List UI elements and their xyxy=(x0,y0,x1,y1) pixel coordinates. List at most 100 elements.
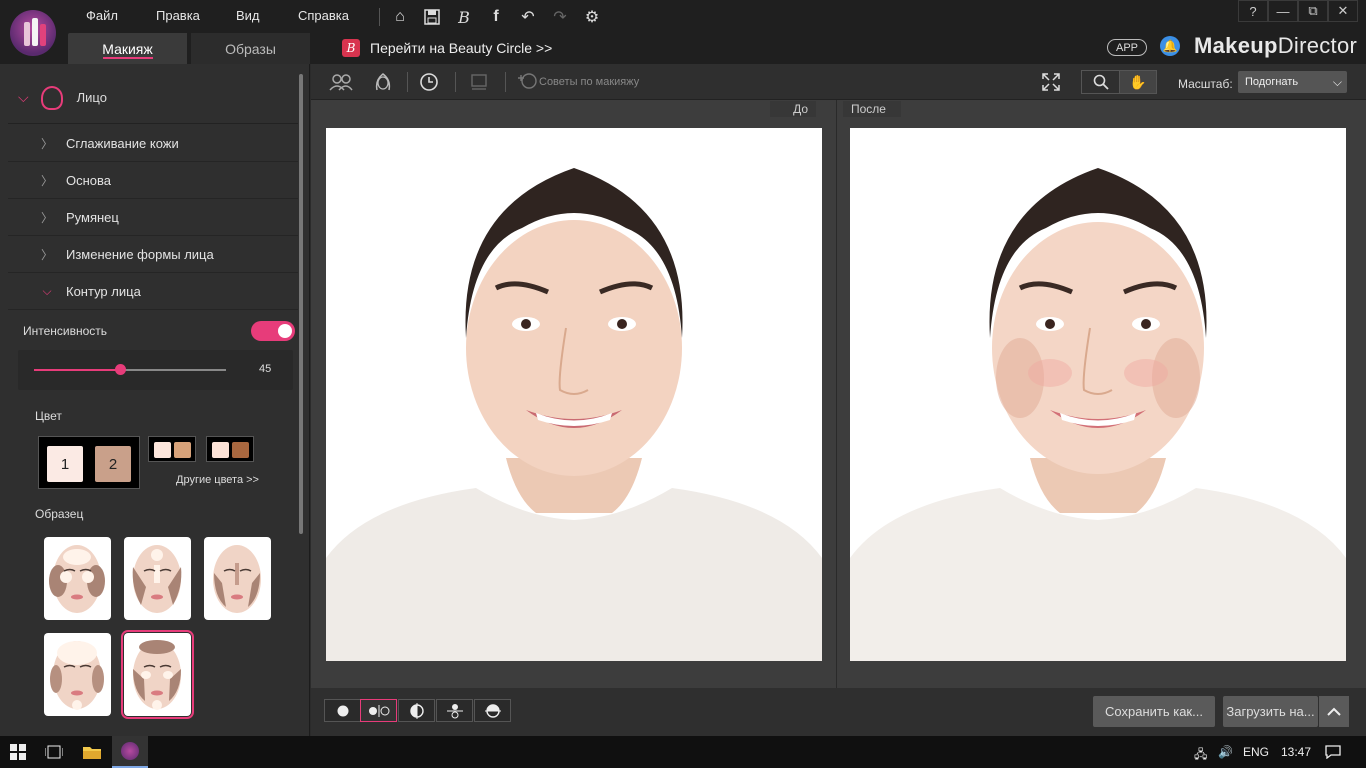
network-icon[interactable]: 🖧 xyxy=(1194,745,1207,766)
redo-icon[interactable]: ↷ xyxy=(549,6,571,28)
sample-label: Образец xyxy=(35,507,84,521)
after-label: После xyxy=(843,101,901,117)
windows-taskbar: 🖧 🔊 ENG 13:47 xyxy=(0,736,1366,768)
zoom-icon[interactable] xyxy=(1082,71,1119,93)
left-panel: ⌵ Лицо 〉 Сглаживание кожи 〉 Основа 〉 Рум… xyxy=(0,64,310,736)
volume-icon[interactable]: 🔊 xyxy=(1218,745,1233,759)
chevron-right-icon: 〉 xyxy=(40,173,53,188)
intensity-label: Интенсивность xyxy=(23,324,108,338)
save-icon[interactable] xyxy=(421,6,443,28)
palette-option-color xyxy=(212,442,229,458)
help-window-button[interactable]: ? xyxy=(1238,0,1268,22)
chevron-right-icon: 〉 xyxy=(40,136,53,151)
faces-icon[interactable] xyxy=(327,70,355,94)
compare-icon[interactable] xyxy=(465,70,493,94)
file-explorer-icon[interactable] xyxy=(82,742,102,762)
view-split-vertical-button[interactable] xyxy=(398,699,435,722)
contour-sample-1[interactable] xyxy=(44,537,111,620)
toolbar-separator xyxy=(407,72,408,92)
tab-makeup[interactable]: Макияж xyxy=(68,33,187,64)
menu-help[interactable]: Справка xyxy=(298,8,349,23)
view-split-horizontal-button[interactable] xyxy=(436,699,473,722)
intensity-toggle[interactable] xyxy=(251,321,295,341)
palette-option-1[interactable] xyxy=(148,436,196,462)
selected-palette[interactable]: 1 2 xyxy=(38,436,140,489)
menu-divider xyxy=(379,8,380,26)
scale-value: Подогнать xyxy=(1245,76,1299,88)
category-label: Изменение формы лица xyxy=(66,246,214,262)
category-skin-smoothing[interactable]: 〉 Сглаживание кожи xyxy=(8,125,298,162)
history-icon[interactable] xyxy=(415,70,443,94)
tips-icon[interactable] xyxy=(513,70,541,94)
palette-option-2[interactable] xyxy=(206,436,254,462)
close-button[interactable]: ✕ xyxy=(1328,0,1358,22)
editor-toolbar: Советы по макияжу ✋ Масштаб: Подогнать ⌵ xyxy=(311,64,1366,100)
facebook-icon[interactable]: f xyxy=(485,6,507,28)
menu-edit[interactable]: Правка xyxy=(156,8,200,23)
more-colors-link[interactable]: Другие цвета >> xyxy=(176,474,259,486)
category-face-reshape[interactable]: 〉 Изменение формы лица xyxy=(8,236,298,273)
slider-thumb[interactable] xyxy=(114,364,126,375)
category-foundation[interactable]: 〉 Основа xyxy=(8,162,298,199)
home-icon[interactable]: ⌂ xyxy=(389,6,411,28)
category-label: Контур лица xyxy=(66,283,141,299)
after-photo[interactable] xyxy=(850,128,1346,661)
contour-sample-5[interactable] xyxy=(121,630,194,719)
chevron-right-icon: 〉 xyxy=(40,247,53,262)
category-face-contour[interactable]: ⌵ Контур лица xyxy=(8,273,298,310)
palette-swatch-1[interactable]: 1 xyxy=(47,446,83,482)
beauty-circle-link[interactable]: B Перейти на Beauty Circle >> xyxy=(342,39,552,57)
settings-icon[interactable]: ⚙ xyxy=(581,6,603,28)
chevron-down-icon: ⌵ xyxy=(18,89,29,105)
contour-sample-3[interactable] xyxy=(204,537,271,620)
category-label: Основа xyxy=(66,172,112,188)
restore-button[interactable]: ⧉ xyxy=(1298,0,1328,22)
toolbar-separator xyxy=(505,72,506,92)
before-photo[interactable] xyxy=(326,128,822,661)
notification-bell-icon[interactable]: 🔔 xyxy=(1160,36,1180,56)
view-split-flip-button[interactable] xyxy=(474,699,511,722)
menu-view[interactable]: Вид xyxy=(236,8,260,23)
task-view-icon[interactable] xyxy=(44,742,64,762)
beauty-circle-icon[interactable]: B xyxy=(453,6,475,28)
tab-looks[interactable]: Образы xyxy=(191,33,310,64)
save-as-button[interactable]: Сохранить как... xyxy=(1093,696,1215,727)
section-header-face[interactable]: ⌵ Лицо xyxy=(8,72,298,124)
scale-dropdown[interactable]: Подогнать ⌵ xyxy=(1238,71,1347,93)
tab-active-underline xyxy=(103,57,153,59)
left-panel-scrollbar[interactable] xyxy=(299,74,303,534)
palette-swatch-2[interactable]: 2 xyxy=(95,446,131,482)
notifications-icon[interactable] xyxy=(1325,745,1341,762)
contour-sample-4[interactable] xyxy=(44,633,111,716)
app-logo xyxy=(10,10,56,56)
section-title: Лицо xyxy=(76,90,107,105)
slider-fill xyxy=(34,369,121,371)
expand-up-button[interactable] xyxy=(1319,696,1349,727)
fullscreen-icon[interactable] xyxy=(1037,70,1065,94)
category-blush[interactable]: 〉 Румянец xyxy=(8,199,298,236)
menu-file[interactable]: Файл xyxy=(86,8,118,23)
brand-bold: Makeup xyxy=(1194,33,1278,58)
zoom-tool-group: ✋ xyxy=(1081,70,1157,94)
pane-divider[interactable] xyxy=(836,100,837,688)
before-label: До xyxy=(770,101,816,117)
brand-rest: Director xyxy=(1277,33,1358,58)
view-single-button[interactable] xyxy=(324,699,361,722)
minimize-button[interactable]: — xyxy=(1268,0,1298,22)
undo-icon[interactable]: ↶ xyxy=(517,6,539,28)
contour-sample-2[interactable] xyxy=(124,537,191,620)
palette-option-color xyxy=(232,442,249,458)
hand-icon[interactable]: ✋ xyxy=(1119,71,1156,93)
upload-button[interactable]: Загрузить на... xyxy=(1223,696,1318,727)
language-indicator[interactable]: ENG xyxy=(1243,745,1269,759)
clock[interactable]: 13:47 xyxy=(1281,745,1311,759)
taskbar-makeupdirector-item[interactable] xyxy=(112,736,148,768)
makeup-tips-label[interactable]: Советы по макияжу xyxy=(539,76,639,88)
windows-start-icon[interactable] xyxy=(8,742,28,762)
view-side-by-side-button[interactable] xyxy=(360,699,397,722)
app-button[interactable]: APP xyxy=(1107,39,1147,56)
face-outline-icon[interactable] xyxy=(369,70,397,94)
toolbar-separator xyxy=(455,72,456,92)
main-canvas: Советы по макияжу ✋ Масштаб: Подогнать ⌵… xyxy=(311,64,1366,736)
chevron-right-icon: 〉 xyxy=(40,210,53,225)
